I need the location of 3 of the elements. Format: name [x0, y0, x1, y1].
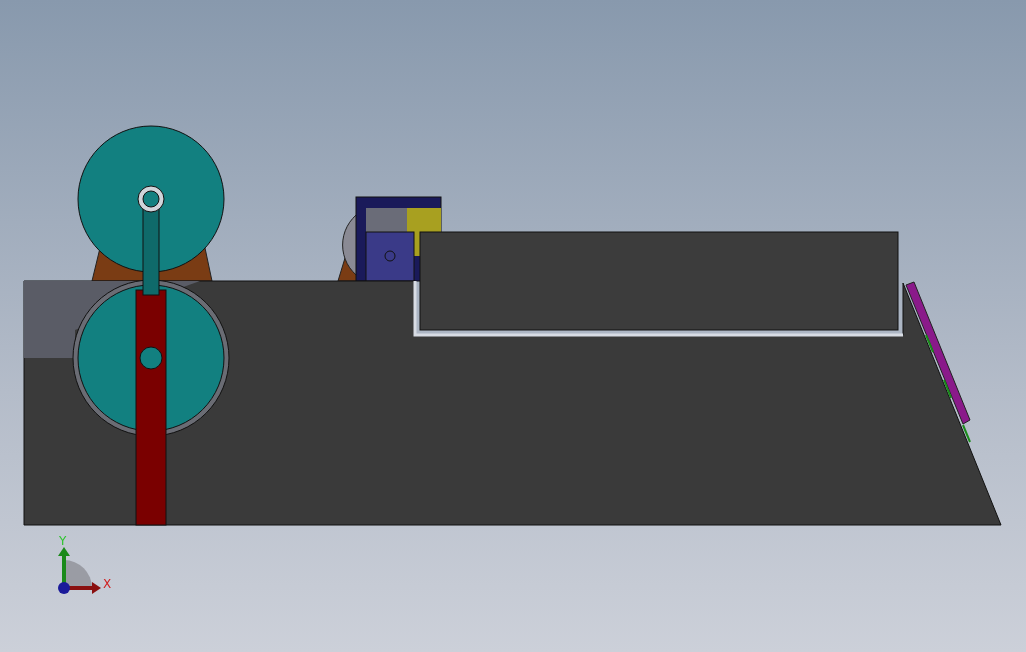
x-axis-label: X [103, 577, 112, 591]
y-axis-label: Y [59, 534, 67, 548]
axis-triad-icon [58, 547, 101, 594]
